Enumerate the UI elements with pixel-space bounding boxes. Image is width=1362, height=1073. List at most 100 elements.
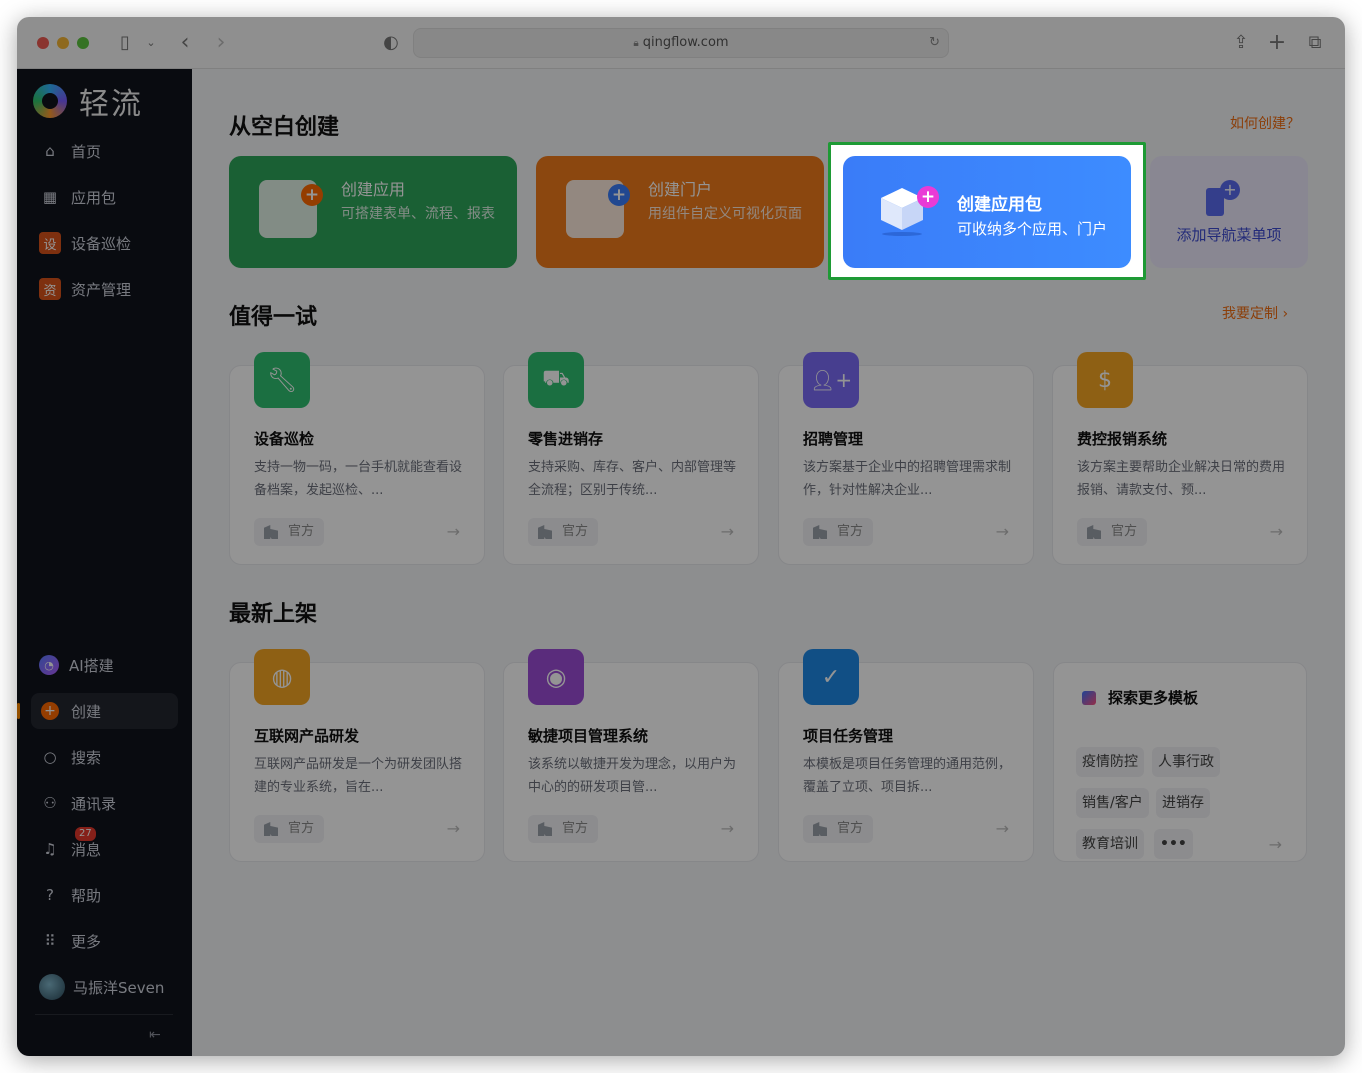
template-card[interactable]: 👤︎+ 招聘管理 该方案基于企业中的招聘管理需求制作，针对性解决企业... 官方… — [778, 352, 1034, 565]
sidebar-item-home[interactable]: ⌂ 首页 — [31, 133, 178, 169]
shield-icon[interactable]: ◐ — [379, 31, 403, 55]
back-icon[interactable]: ‹ — [173, 31, 197, 55]
money-bag-icon: $ — [1077, 352, 1133, 408]
card-desc: 可收纳多个应用、门户 — [957, 220, 1108, 238]
template-card[interactable]: ◍ 互联网产品研发 互联网产品研发是一个为研发团队搭建的专业系统，旨在... 官… — [229, 649, 485, 862]
arrow-right-icon: → — [1268, 835, 1282, 854]
truck-icon: ⛟ — [528, 352, 584, 408]
more-dots-button[interactable]: ••• — [1154, 829, 1193, 859]
share-icon[interactable]: ⇪ — [1229, 31, 1253, 55]
sidebar-item-app-packages[interactable]: ▦ 应用包 — [31, 179, 178, 215]
building-icon — [264, 525, 278, 539]
template-desc: 该系统以敏捷开发为理念，以用户为中心的的研发项目管... — [528, 757, 737, 795]
create-portal-card[interactable]: + 创建门户 用组件自定义可视化页面 — [536, 156, 824, 268]
template-chip[interactable]: 进销存 — [1156, 788, 1210, 818]
template-chip[interactable]: 销售/客户 — [1076, 788, 1149, 818]
reload-icon[interactable]: ↻ — [929, 29, 940, 57]
template-chip[interactable]: 教育培训 — [1076, 829, 1144, 859]
add-nav-menu-item-card[interactable]: + 添加导航菜单项 — [1150, 156, 1308, 268]
sidebar-item-contacts[interactable]: ⚇ 通讯录 — [31, 785, 178, 821]
card-title: 创建门户 — [648, 180, 713, 199]
how-to-create-link[interactable]: 如何创建？ — [1230, 113, 1300, 133]
template-title: 招聘管理 — [803, 430, 864, 448]
arrow-right-icon: → — [446, 819, 460, 838]
template-title: 项目任务管理 — [803, 727, 894, 745]
sidebar-item-equipment-inspection[interactable]: 设 设备巡检 — [31, 225, 178, 261]
section-title-blank: 从空白创建 — [229, 115, 340, 140]
official-tag: 官方 — [528, 518, 599, 546]
avatar — [39, 974, 65, 1000]
sidebar-item-more[interactable]: ⠿ 更多 — [31, 923, 178, 959]
contacts-icon: ⚇ — [43, 794, 57, 812]
template-card[interactable]: ⛟ 零售进销存 支持采购、库存、客户、内部管理等全流程；区别于传统... 官方 … — [503, 352, 759, 565]
sidebar-item-label: 创建 — [71, 702, 102, 721]
app-tile-icon: 设 — [39, 232, 61, 254]
template-card[interactable]: ◉ 敏捷项目管理系统 该系统以敏捷开发为理念，以用户为中心的的研发项目管... … — [503, 649, 759, 862]
arrow-right-icon: → — [446, 522, 460, 541]
grid-icon: ▦ — [42, 188, 58, 206]
explore-more-card[interactable]: 探索更多模板 疫情防控 人事行政 销售/客户 进销存 教育培训 ••• → — [1053, 662, 1307, 862]
arrow-right-icon: → — [995, 522, 1009, 541]
plus-circle-icon: + — [41, 702, 59, 720]
chevron-down-icon[interactable]: ⌄ — [139, 31, 163, 55]
collapse-sidebar-icon[interactable]: ⇤ — [149, 1027, 161, 1043]
card-title: 添加导航菜单项 — [1176, 226, 1282, 244]
help-icon: ? — [46, 886, 54, 904]
globe-icon: ◍ — [254, 649, 310, 705]
home-icon: ⌂ — [45, 142, 55, 160]
sidebar-divider — [35, 1014, 173, 1015]
new-tab-icon[interactable]: + — [1265, 31, 1289, 55]
building-icon — [538, 525, 552, 539]
template-card[interactable]: $ 费控报销系统 该方案主要帮助企业解决日常的费用报销、请款支付、预... 官方… — [1052, 352, 1308, 565]
minimize-window-button[interactable] — [57, 37, 69, 49]
sidebar-item-label: 资产管理 — [71, 280, 132, 299]
user-name: 马振洋Seven — [73, 978, 165, 997]
brand[interactable]: 轻流 — [33, 81, 143, 122]
sidebar-item-search[interactable]: ○ 搜索 — [31, 739, 178, 775]
sidebar-item-messages[interactable]: ♫ 消息 27 — [31, 827, 178, 867]
tabs-overview-icon[interactable]: ⧉ — [1303, 31, 1327, 55]
address-bar[interactable]: 🔒︎ qingflow.com ↻ — [413, 28, 949, 58]
plus-icon: + — [1220, 180, 1240, 200]
official-tag: 官方 — [254, 518, 325, 546]
template-desc: 该方案主要帮助企业解决日常的费用报销、请款支付、预... — [1077, 460, 1286, 498]
template-card[interactable]: ✓ 项目任务管理 本模板是项目任务管理的通用范例，覆盖了立项、项目拆... 官方… — [778, 649, 1034, 862]
template-title: 零售进销存 — [528, 430, 604, 448]
official-tag: 官方 — [803, 518, 874, 546]
sidebar-item-label: 应用包 — [71, 188, 117, 207]
unread-badge: 27 — [75, 827, 96, 841]
create-app-card[interactable]: + 创建应用 可搭建表单、流程、报表 — [229, 156, 517, 268]
customize-link[interactable]: 我要定制 › — [1222, 303, 1288, 323]
browser-window: ▯ ⌄ ‹ › ◐ 🔒︎ qingflow.com ↻ ⇪ + ⧉ 轻流 ⌂ 首页… — [17, 17, 1345, 1056]
create-app-package-card[interactable]: + 创建应用包 可收纳多个应用、门户 — [843, 156, 1131, 268]
sidebar-item-help[interactable]: ? 帮助 — [31, 877, 178, 913]
template-card[interactable]: 🔧︎ 设备巡检 支持一物一码，一台手机就能查看设备档案，发起巡检、... 官方 … — [229, 352, 485, 565]
close-window-button[interactable] — [37, 37, 49, 49]
forward-icon[interactable]: › — [209, 31, 233, 55]
official-tag: 官方 — [1077, 518, 1148, 546]
building-icon — [813, 525, 827, 539]
template-chip[interactable]: 人事行政 — [1152, 747, 1220, 777]
explore-title: 探索更多模板 — [1082, 687, 1198, 708]
main-content: 从空白创建 如何创建？ + 创建应用 可搭建表单、流程、报表 + 创建门户 用组… — [192, 69, 1345, 1056]
qingflow-logo-icon — [33, 84, 67, 118]
plus-icon: + — [917, 186, 939, 208]
template-desc: 支持采购、库存、客户、内部管理等全流程；区别于传统... — [528, 460, 737, 498]
sidebar-toggle-icon[interactable]: ▯ — [113, 31, 137, 55]
building-icon — [538, 822, 552, 836]
template-chip[interactable]: 疫情防控 — [1076, 747, 1144, 777]
zoom-window-button[interactable] — [77, 37, 89, 49]
sidebar-item-label: 通讯录 — [71, 794, 117, 813]
check-circle-icon: ✓ — [803, 649, 859, 705]
sidebar-user[interactable]: 马振洋Seven — [31, 969, 178, 1005]
url-text: qingflow.com — [642, 35, 729, 50]
sidebar-item-asset-management[interactable]: 资 资产管理 — [31, 271, 178, 307]
sidebar-item-label: 更多 — [71, 932, 102, 951]
template-desc: 互联网产品研发是一个为研发团队搭建的专业系统，旨在... — [254, 757, 463, 795]
sidebar-item-label: 帮助 — [71, 886, 102, 905]
official-tag: 官方 — [528, 815, 599, 843]
sidebar-item-ai-build[interactable]: ◔ AI搭建 — [31, 647, 178, 683]
bell-icon: ♫ — [43, 840, 57, 858]
sidebar-item-create[interactable]: + 创建 — [31, 693, 178, 729]
official-tag: 官方 — [803, 815, 874, 843]
